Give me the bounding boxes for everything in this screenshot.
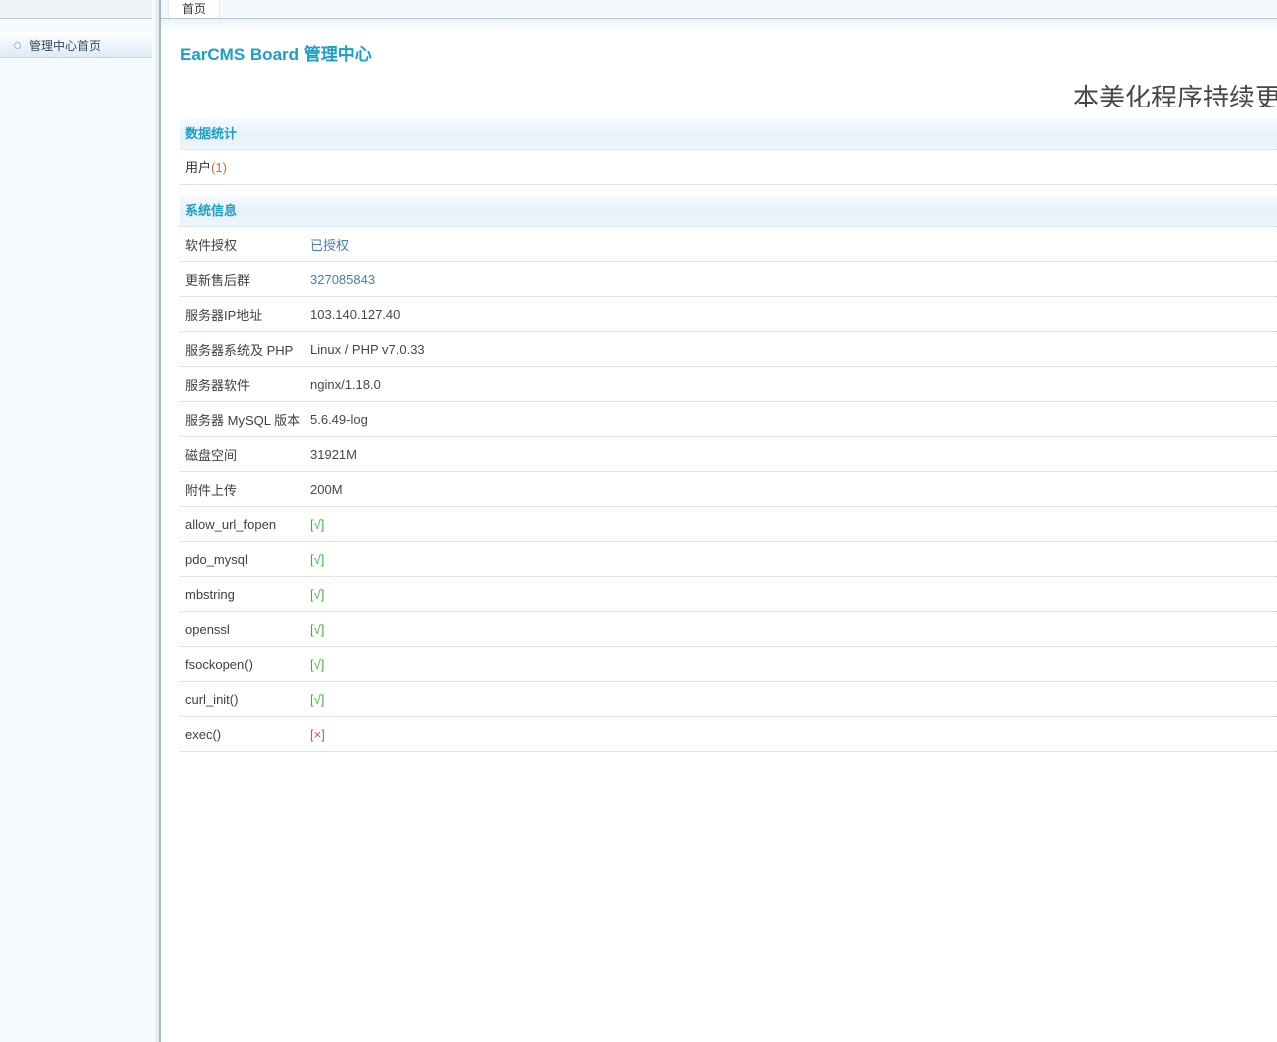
sidebar-item-label: 管理中心首页 [29,37,101,54]
row-label: 更新售后群 [180,270,310,289]
stats-count: (1) [211,160,227,175]
sidebar: 管理中心首页 [0,0,152,1042]
main-panel: EarCMS Board 管理中心 本美化程序持续更新 数据统计 用户(1) 系… [180,32,1277,752]
row-label: 软件授权 [180,235,310,254]
page-title[interactable]: EarCMS Board 管理中心 [180,40,372,65]
row-value[interactable]: 已授权 [310,235,1277,254]
sidebar-splitter[interactable] [152,0,161,1042]
check-ok-icon: [√] [310,657,1277,672]
system-info-table: 软件授权 已授权 更新售后群 327085843 服务器IP地址 103.140… [180,227,1277,752]
table-row: 服务器 MySQL 版本 5.6.49-log [180,402,1277,437]
table-row: allow_url_fopen [√] [180,507,1277,542]
table-row: curl_init() [√] [180,682,1277,717]
table-row: openssl [√] [180,612,1277,647]
row-value[interactable]: 327085843 [310,272,1277,287]
table-row: 服务器软件 nginx/1.18.0 [180,367,1277,402]
table-row: 服务器IP地址 103.140.127.40 [180,297,1277,332]
row-label: 磁盘空间 [180,445,310,464]
marquee-text: 本美化程序持续更新 [1073,78,1277,107]
section-header-system-info: 系统信息 [180,195,1277,227]
row-value: nginx/1.18.0 [310,377,1277,392]
row-label: exec() [180,727,310,742]
row-value: Linux / PHP v7.0.33 [310,342,1277,357]
row-label: openssl [180,622,310,637]
tab-bar: 首页 [161,0,1277,19]
table-row: mbstring [√] [180,577,1277,612]
row-label: allow_url_fopen [180,517,310,532]
row-label: 服务器软件 [180,375,310,394]
row-value: 5.6.49-log [310,412,1277,427]
check-ok-icon: [√] [310,692,1277,707]
content-top-gradient [161,19,1277,32]
marquee-container: 本美化程序持续更新 [180,78,1277,107]
check-ok-icon: [√] [310,517,1277,532]
table-row: exec() [×] [180,717,1277,752]
tab-home[interactable]: 首页 [168,0,220,18]
row-value: 200M [310,482,1277,497]
content-area: 首页 EarCMS Board 管理中心 本美化程序持续更新 数据统计 用户(1… [161,0,1277,1042]
radio-bullet-icon [14,42,21,49]
table-row: fsockopen() [√] [180,647,1277,682]
section-header-data-stats: 数据统计 [180,118,1277,150]
row-label: 附件上传 [180,480,310,499]
row-label: mbstring [180,587,310,602]
row-label: 服务器IP地址 [180,305,310,324]
table-row: 附件上传 200M [180,472,1277,507]
sidebar-top-strip [0,0,152,19]
row-label: curl_init() [180,692,310,707]
row-label: 服务器 MySQL 版本 [180,410,310,429]
check-ok-icon: [√] [310,622,1277,637]
row-label: 服务器系统及 PHP [180,340,310,359]
stats-label[interactable]: 用户 [185,160,211,175]
check-ok-icon: [√] [310,552,1277,567]
check-ok-icon: [√] [310,587,1277,602]
table-row: 软件授权 已授权 [180,227,1277,262]
check-fail-icon: [×] [310,727,1277,742]
stats-row-users: 用户(1) [180,150,1277,185]
table-row: pdo_mysql [√] [180,542,1277,577]
row-value: 103.140.127.40 [310,307,1277,322]
row-label: fsockopen() [180,657,310,672]
row-value: 31921M [310,447,1277,462]
sidebar-item-admin-home[interactable]: 管理中心首页 [0,32,152,58]
table-row: 更新售后群 327085843 [180,262,1277,297]
row-label: pdo_mysql [180,552,310,567]
table-row: 磁盘空间 31921M [180,437,1277,472]
table-row: 服务器系统及 PHP Linux / PHP v7.0.33 [180,332,1277,367]
